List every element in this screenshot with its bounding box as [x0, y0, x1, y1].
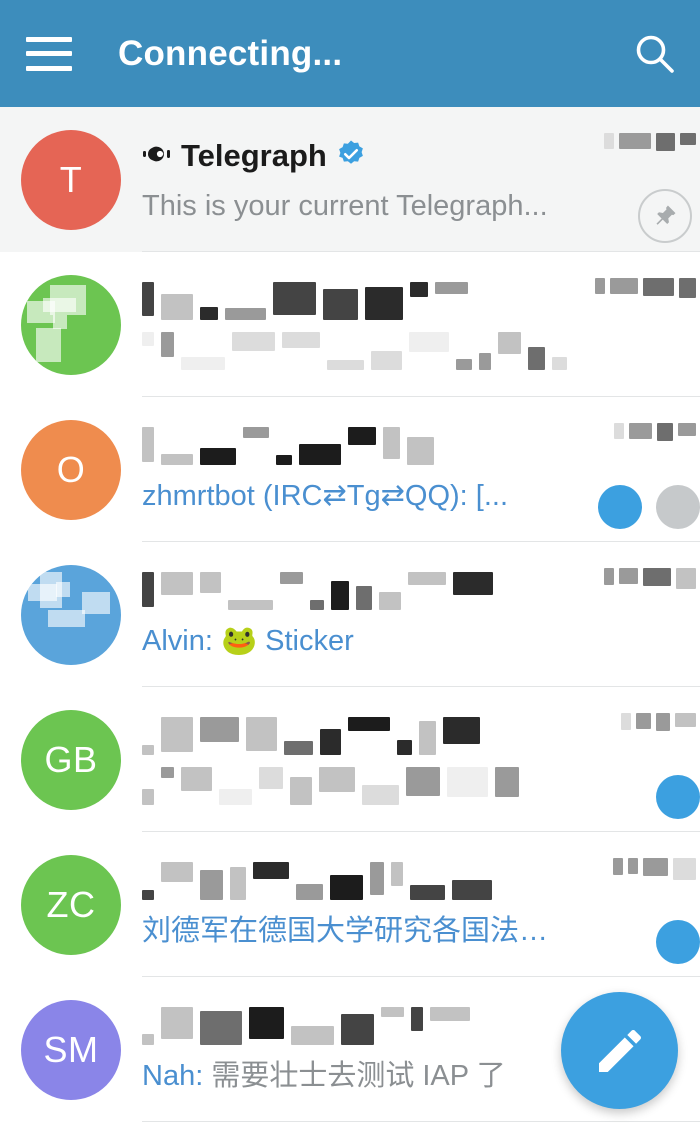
avatar-redaction-block [50, 284, 86, 315]
chat-list-item[interactable]: Ozhmrtbot (IRC⇄Tg⇄QQ): [... [0, 397, 700, 542]
redacted-text [142, 572, 692, 610]
chat-preview-row: Alvin: 🐸 Sticker [142, 618, 692, 664]
chat-list-item[interactable]: T Telegraph This is your current Telegraph… [0, 107, 700, 252]
verified-badge-icon [338, 140, 363, 164]
chat-preview-text: Alvin: 🐸 Sticker [142, 625, 354, 657]
chat-preview-row [142, 328, 692, 374]
redacted-text [142, 332, 692, 370]
chat-list[interactable]: T Telegraph This is your current Telegraph… [0, 107, 700, 1127]
redacted-text [142, 862, 692, 900]
chat-list-item[interactable]: GB [0, 687, 700, 832]
chat-preview-sender: Nah: [142, 1060, 204, 1092]
redacted-text [142, 427, 692, 465]
search-icon[interactable] [632, 31, 678, 77]
chat-item-body [142, 687, 700, 832]
avatar-container[interactable] [0, 542, 142, 687]
avatar-redaction-block [82, 591, 110, 614]
avatar-container[interactable]: O [0, 397, 142, 542]
chat-list-item[interactable]: ZC 刘德军在德国大学研究各国法… [0, 832, 700, 977]
chat-list-item[interactable] [0, 252, 700, 397]
avatar-redaction-block [53, 314, 67, 329]
chat-title-group [142, 572, 692, 610]
chat-preview-text: This is your current Telegraph... [142, 190, 548, 222]
chat-item-body: 刘德军在德国大学研究各国法… [142, 832, 700, 977]
hamburger-bar [26, 51, 72, 56]
broadcast-megaphone-icon [143, 146, 170, 161]
avatar-container[interactable]: ZC [0, 832, 142, 977]
chat-item-body: Telegraph This is your current Telegraph.… [142, 107, 700, 252]
hamburger-bar [26, 36, 72, 42]
chat-preview-row: This is your current Telegraph... [142, 183, 692, 229]
chat-title-row [142, 280, 692, 322]
redacted-text [142, 767, 692, 805]
avatar-initials: T [59, 158, 83, 200]
avatar-redaction-block [48, 609, 85, 627]
verified-badge-icon [336, 139, 366, 174]
redacted-text [142, 717, 692, 755]
chat-title-row [142, 425, 692, 467]
hamburger-menu-icon[interactable] [26, 36, 72, 71]
avatar[interactable]: GB [21, 709, 121, 810]
avatar-initials: GB [44, 738, 98, 780]
chat-preview-text: 刘德军在德国大学研究各国法… [142, 915, 549, 947]
chat-title-group [142, 862, 692, 900]
chat-title-row [142, 570, 692, 612]
chat-item-body [142, 252, 700, 397]
chat-preview-row: 刘德军在德国大学研究各国法… [142, 908, 692, 954]
chat-title-group [142, 717, 692, 755]
chat-preview-text: zhmrtbot (IRC⇄Tg⇄QQ): [... [142, 480, 509, 512]
chat-item-body: Alvin: 🐸 Sticker [142, 542, 700, 687]
chat-title-group [142, 282, 692, 320]
avatar-redaction-block [36, 327, 61, 362]
chat-title-group: Telegraph [142, 138, 692, 174]
avatar[interactable]: ZC [21, 854, 121, 955]
app-bar: Connecting... [0, 0, 700, 107]
chat-preview-row [142, 763, 692, 809]
avatar-initials: ZC [46, 883, 96, 925]
avatar-container[interactable]: T [0, 107, 142, 252]
avatar-initials: O [56, 448, 86, 490]
redacted-text [142, 282, 692, 320]
chat-item-body: zhmrtbot (IRC⇄Tg⇄QQ): [... [142, 397, 700, 542]
page-title: Connecting... [118, 33, 343, 73]
chat-title-group [142, 427, 692, 465]
avatar-container[interactable]: GB [0, 687, 142, 832]
avatar[interactable]: T [21, 129, 121, 230]
avatar[interactable] [21, 564, 121, 665]
avatar-initials: SM [43, 1028, 99, 1070]
hamburger-bar [26, 65, 72, 71]
compose-fab-button[interactable] [561, 992, 678, 1109]
chat-title-row: Telegraph [142, 135, 692, 177]
avatar-container[interactable]: SM [0, 977, 142, 1122]
avatar-container[interactable] [0, 252, 142, 397]
chat-list-item[interactable]: Alvin: 🐸 Sticker [0, 542, 700, 687]
avatar[interactable]: SM [21, 999, 121, 1100]
list-divider [142, 1121, 700, 1122]
chat-preview-row: zhmrtbot (IRC⇄Tg⇄QQ): [... [142, 473, 692, 519]
chat-title-row [142, 715, 692, 757]
compose-pencil-icon [598, 1029, 641, 1072]
chat-title: Telegraph [181, 138, 327, 173]
avatar-redaction-block [40, 571, 62, 608]
avatar[interactable] [21, 274, 121, 375]
broadcast-megaphone-icon [142, 141, 172, 172]
chat-title-row [142, 860, 692, 902]
avatar[interactable]: O [21, 419, 121, 520]
